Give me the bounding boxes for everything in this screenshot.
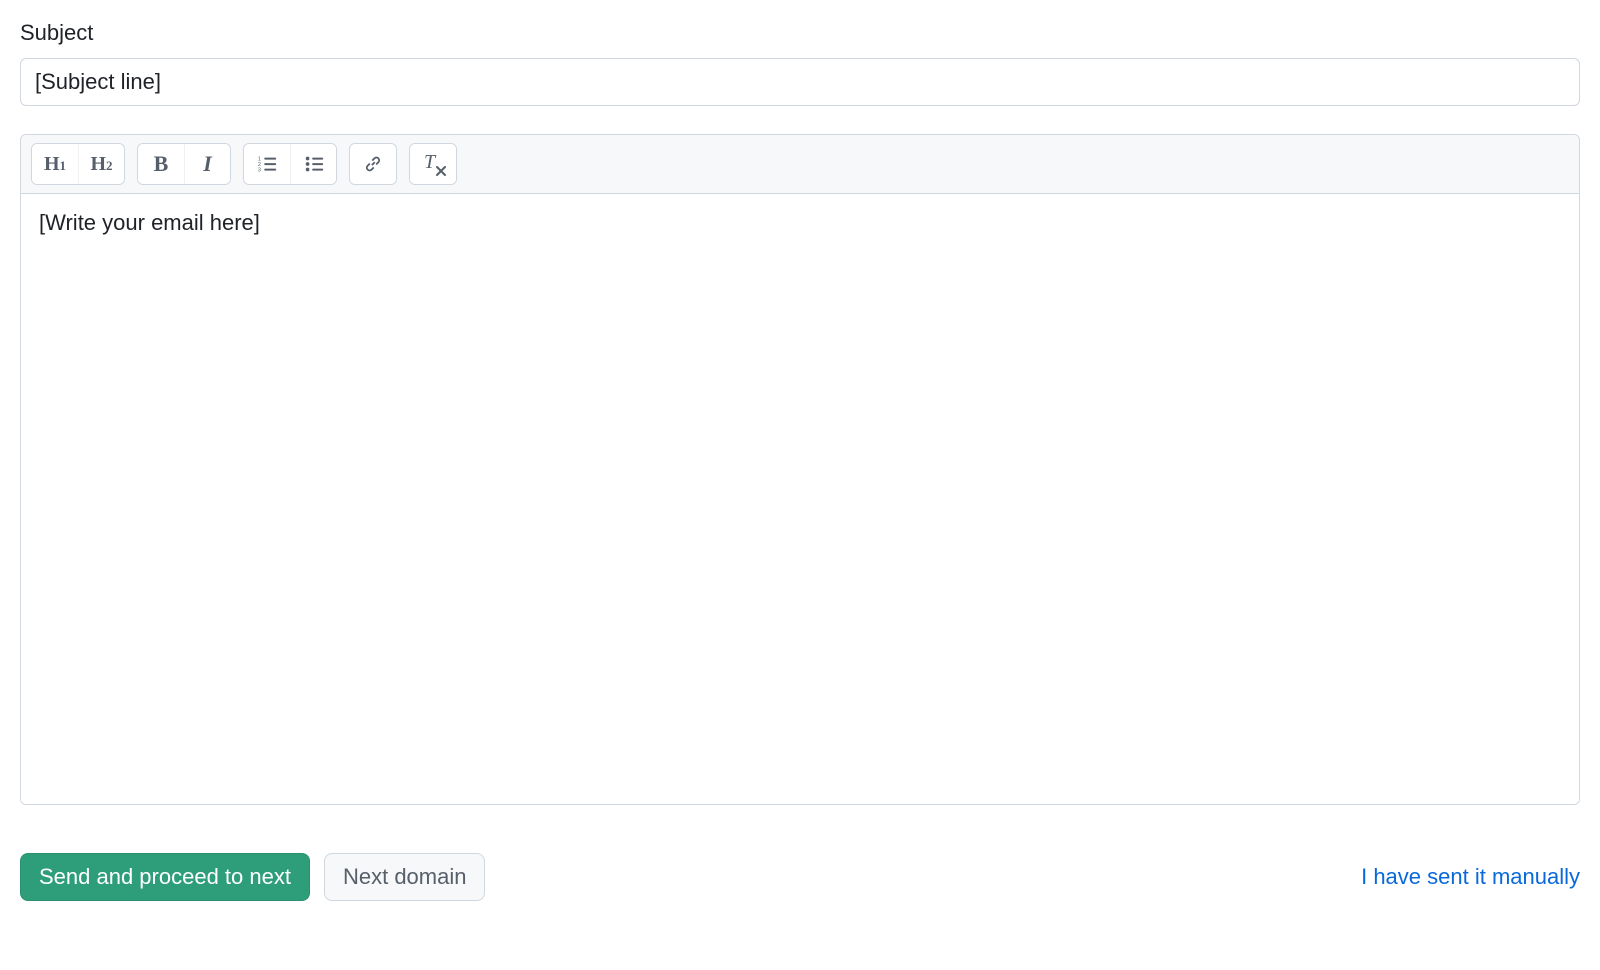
toolbar-group-clear: T — [409, 143, 457, 185]
next-domain-button[interactable]: Next domain — [324, 853, 486, 901]
sent-manually-link[interactable]: I have sent it manually — [1361, 864, 1580, 890]
heading-2-button[interactable]: H2 — [78, 144, 124, 184]
send-and-proceed-button[interactable]: Send and proceed to next — [20, 853, 310, 901]
editor-wrapper: H1 H2 B I — [20, 134, 1580, 805]
ordered-list-button[interactable]: 1 2 3 — [244, 144, 290, 184]
heading-2-icon: H2 — [90, 154, 112, 174]
subject-input[interactable] — [20, 58, 1580, 106]
toolbar-group-headings: H1 H2 — [31, 143, 125, 185]
toolbar-group-format: B I — [137, 143, 231, 185]
heading-1-icon: H1 — [44, 154, 66, 174]
unordered-list-button[interactable] — [290, 144, 336, 184]
bold-icon: B — [154, 153, 169, 175]
ordered-list-icon: 1 2 3 — [256, 153, 278, 175]
svg-text:3: 3 — [258, 167, 261, 173]
toolbar-group-lists: 1 2 3 — [243, 143, 337, 185]
subject-label: Subject — [20, 20, 1580, 46]
heading-1-button[interactable]: H1 — [32, 144, 78, 184]
clear-formatting-icon: T — [422, 153, 444, 175]
italic-button[interactable]: I — [184, 144, 230, 184]
actions-row: Send and proceed to next Next domain I h… — [20, 853, 1580, 901]
editor-toolbar: H1 H2 B I — [21, 135, 1579, 194]
toolbar-group-link — [349, 143, 397, 185]
italic-icon: I — [203, 153, 212, 175]
unordered-list-icon — [303, 153, 325, 175]
email-body-editor[interactable]: [Write your email here] — [21, 194, 1579, 804]
link-button[interactable] — [350, 144, 396, 184]
link-icon — [362, 153, 384, 175]
clear-formatting-button[interactable]: T — [410, 144, 456, 184]
bold-button[interactable]: B — [138, 144, 184, 184]
